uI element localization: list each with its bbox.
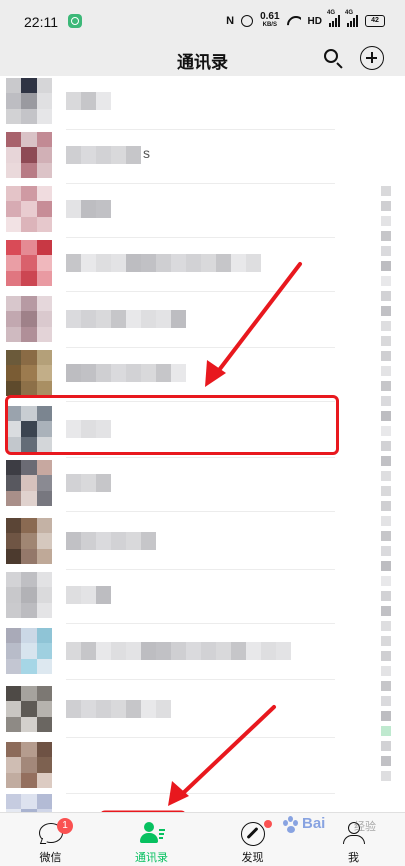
contact-row[interactable]: [0, 454, 375, 512]
contact-avatar: [6, 460, 52, 506]
signal-label: 4G: [345, 10, 354, 16]
contact-name-mosaic: [66, 586, 111, 604]
add-icon[interactable]: [360, 46, 384, 70]
contacts-icon: [139, 821, 165, 845]
contact-row[interactable]: [0, 234, 375, 292]
status-bar: 22:11 N 0.61 KB/S HD 4G 4G 42: [0, 0, 405, 42]
hd-label: HD: [307, 15, 322, 27]
tab-label: 我: [348, 852, 359, 864]
tab-contacts[interactable]: 通讯录: [101, 813, 202, 866]
tab-chats[interactable]: 1 微信: [0, 813, 101, 866]
contact-avatar: [6, 132, 52, 178]
contact-row[interactable]: [0, 512, 375, 570]
search-icon[interactable]: [321, 46, 345, 70]
contact-avatar: [6, 628, 52, 674]
contact-row[interactable]: [0, 736, 375, 794]
alphabet-index-bar[interactable]: [381, 186, 391, 806]
contact-name-mosaic: [66, 200, 111, 218]
contact-name-mosaic: [66, 642, 291, 660]
discover-icon: [240, 821, 266, 846]
contact-avatar: [6, 78, 52, 124]
contact-name-mosaic: [66, 474, 111, 492]
contact-row[interactable]: [0, 622, 375, 680]
wifi-icon: [287, 16, 301, 27]
contact-avatar: [6, 518, 52, 564]
tab-label: 通讯录: [135, 852, 168, 864]
status-icons: N 0.61 KB/S HD 4G 4G 42: [226, 10, 385, 30]
contact-row[interactable]: [0, 344, 375, 402]
nfc-icon: N: [226, 15, 235, 27]
contact-avatar: [6, 296, 52, 342]
contact-row[interactable]: [0, 680, 375, 738]
net-speed-value: 0.61: [260, 11, 280, 22]
highlight-box: [5, 395, 339, 455]
baidu-watermark: Bai 经验: [282, 812, 400, 842]
contact-avatar: [6, 240, 52, 286]
title-bar: 通讯录: [0, 42, 405, 76]
status-time: 22:11: [24, 14, 58, 30]
watermark-text: Bai: [302, 815, 326, 832]
alarm-icon: [241, 15, 254, 27]
unread-badge: 1: [57, 818, 73, 834]
contact-name-text: s: [143, 145, 150, 161]
net-speed-unit: KB/S: [262, 22, 277, 28]
notification-dot: [264, 820, 272, 828]
network-speed: 0.61 KB/S: [260, 11, 280, 29]
contact-name-mosaic: [66, 532, 156, 550]
battery-icon: 42: [365, 15, 385, 27]
signal-icon: 4G: [345, 10, 358, 27]
paw-icon: [282, 816, 300, 834]
signal-label: 4G: [327, 10, 336, 16]
tab-label: 微信: [39, 852, 62, 864]
contact-row[interactable]: [0, 180, 375, 238]
contact-avatar: [6, 186, 52, 232]
signal-icon: 4G: [327, 10, 340, 27]
contact-avatar: [6, 794, 52, 812]
contact-name-mosaic: [66, 254, 261, 272]
contact-name-mosaic: [66, 146, 141, 164]
contact-row[interactable]: [0, 76, 375, 130]
contact-avatar: [6, 350, 52, 396]
watermark-suffix: 经验: [354, 821, 376, 833]
contact-name-mosaic: [66, 310, 186, 328]
contact-name-mosaic: [66, 364, 186, 382]
contact-row[interactable]: [0, 290, 375, 348]
contact-name-mosaic: [66, 700, 171, 718]
contact-name-mosaic: [66, 92, 111, 110]
contact-row[interactable]: s: [0, 126, 375, 184]
app-icon: [68, 14, 82, 28]
contact-avatar: [6, 742, 52, 788]
contact-row[interactable]: [0, 566, 375, 624]
contact-row[interactable]: [0, 788, 375, 812]
contact-avatar: [6, 686, 52, 732]
contact-avatar: [6, 572, 52, 618]
tab-label: 发现: [241, 852, 264, 864]
